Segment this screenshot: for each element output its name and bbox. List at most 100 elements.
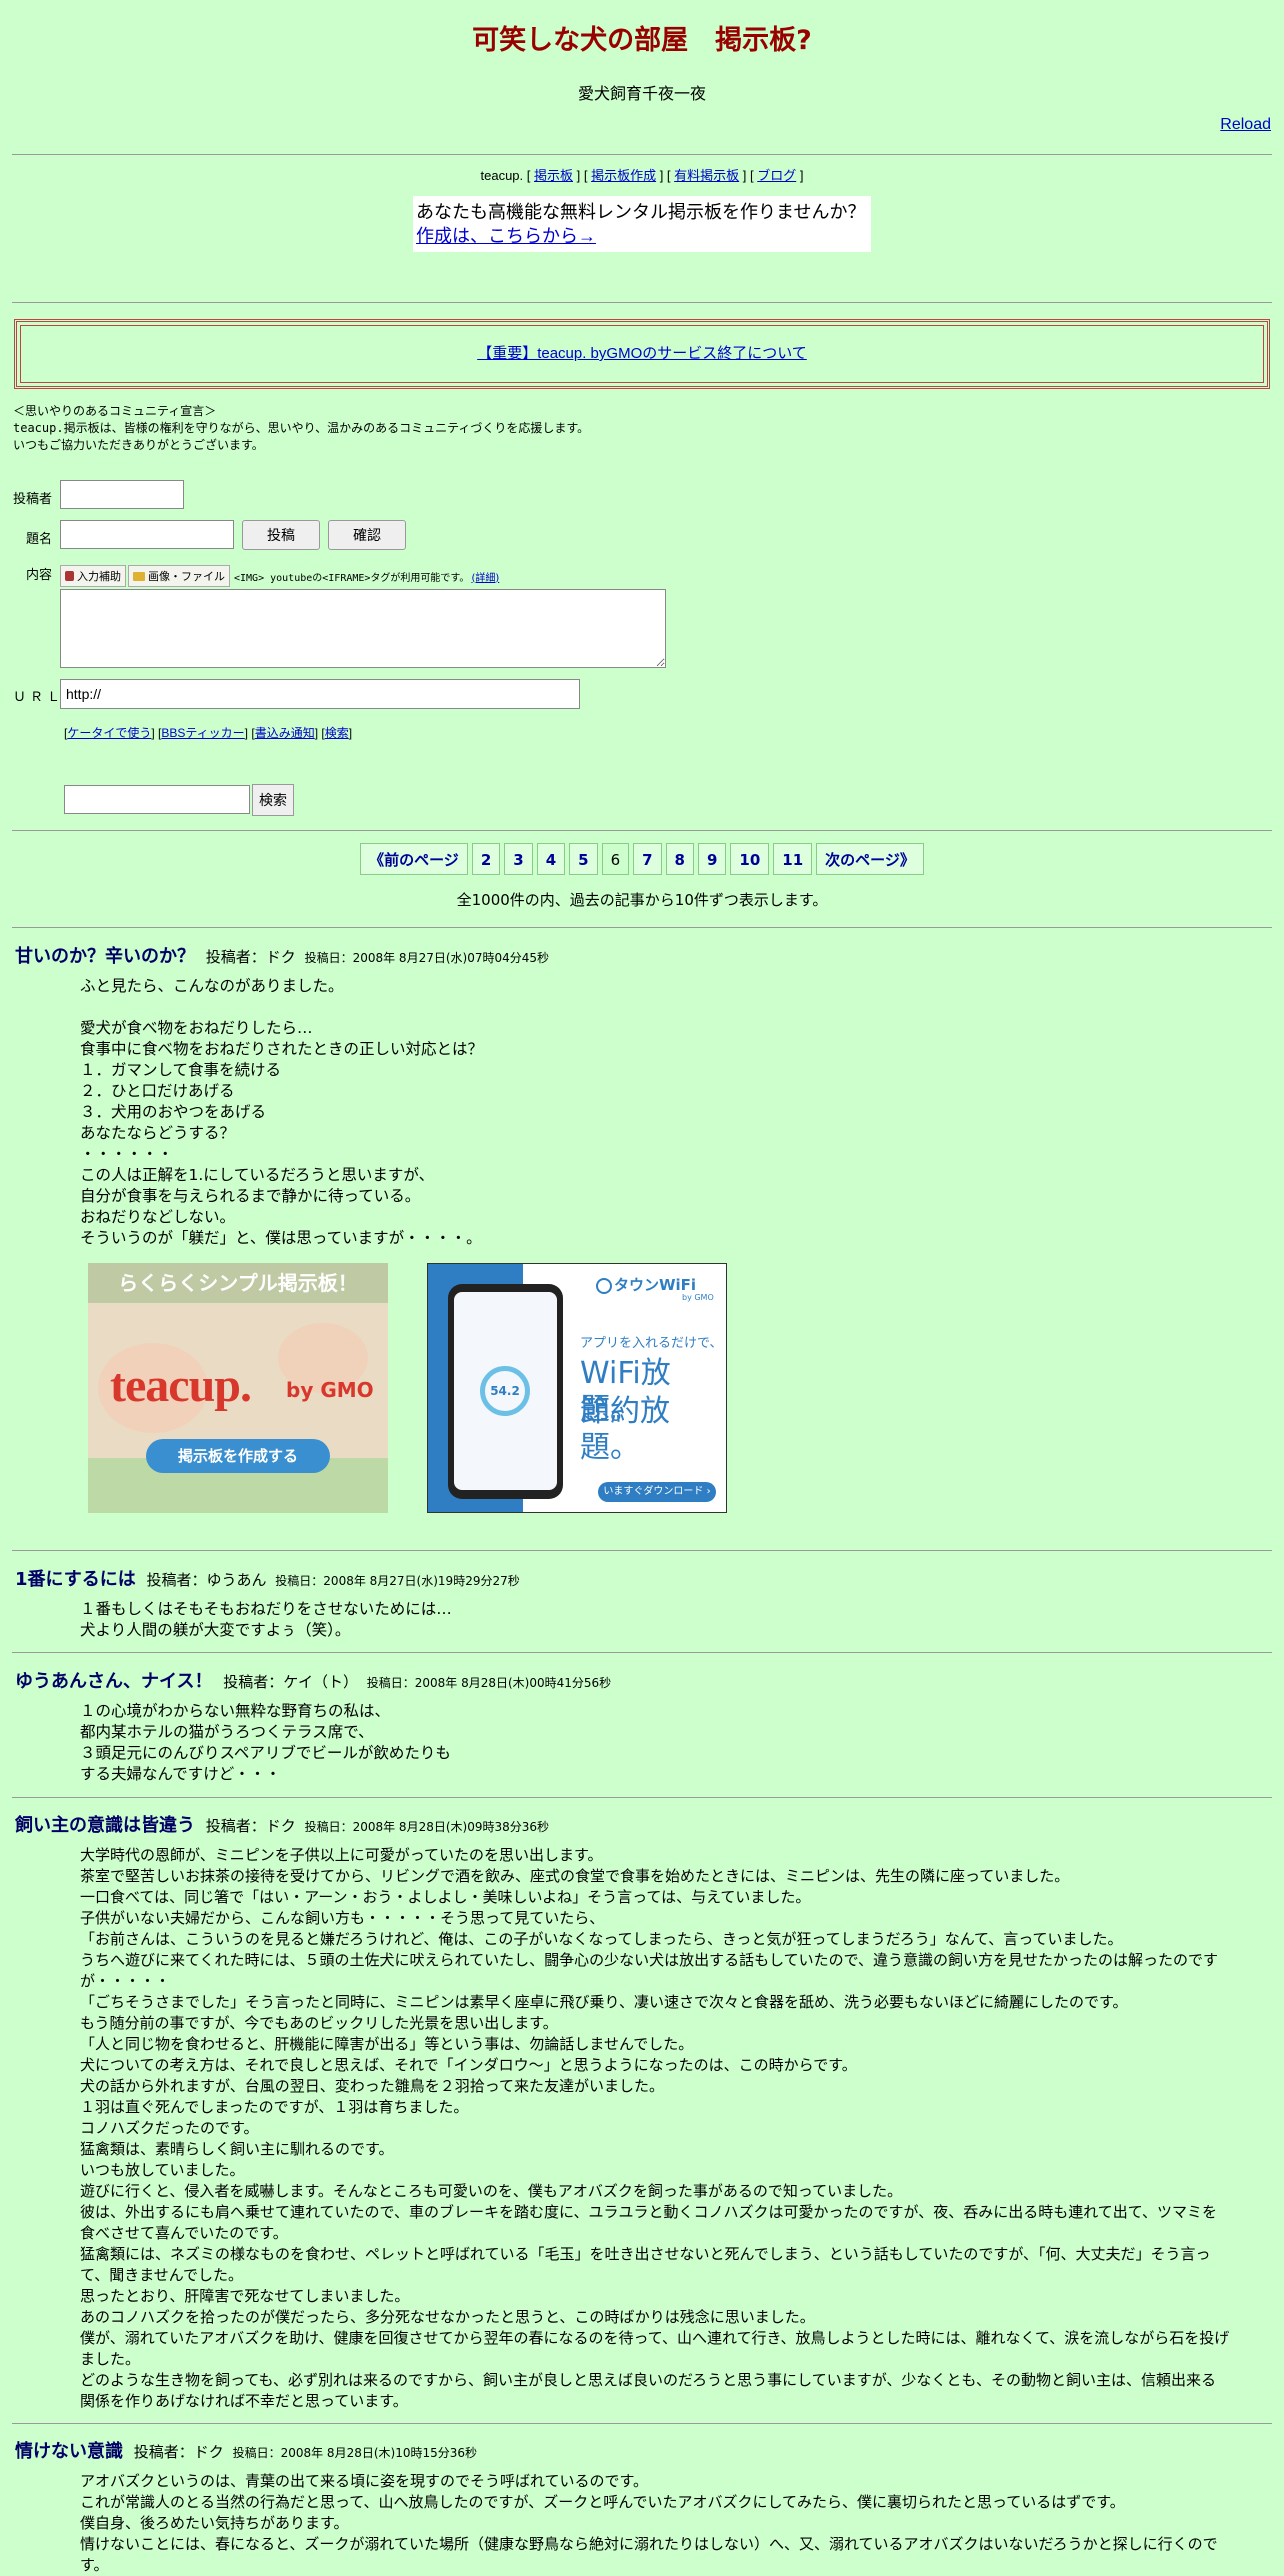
post-author: 投稿者：ドク bbox=[205, 1817, 296, 1835]
page-link[interactable]: 2 bbox=[471, 843, 501, 875]
content-label: 内容 bbox=[26, 568, 53, 583]
service-end-notice-link[interactable]: 【重要】teacup. byGMOのサービス終了について bbox=[477, 345, 807, 362]
divider bbox=[12, 2423, 1272, 2424]
declaration-heading: ＜思いやりのあるコミュニティ宣言＞ bbox=[13, 404, 217, 418]
page-subtitle: 愛犬飼育千夜一夜 bbox=[577, 84, 706, 103]
divider bbox=[12, 927, 1272, 928]
poster-input[interactable] bbox=[60, 480, 184, 509]
divider bbox=[12, 302, 1272, 303]
wifi-brand: タウンWiFi bbox=[596, 1274, 696, 1295]
page-link[interactable]: 8 bbox=[665, 843, 694, 875]
search-button[interactable]: 検索 bbox=[252, 784, 294, 816]
community-declaration: ＜思いやりのあるコミュニティ宣言＞ teacup.掲示板は、皆様の権利を守りなが… bbox=[0, 403, 1284, 454]
page-link[interactable]: 3 bbox=[504, 843, 533, 875]
image-file-label: 画像・ファイル bbox=[148, 570, 225, 583]
post-notify-link[interactable]: 書込み通知 bbox=[255, 726, 315, 740]
page-link[interactable]: 11 bbox=[773, 843, 813, 875]
teacup-brand: teacup. bbox=[480, 168, 524, 183]
teacup-logo: teacup. bbox=[110, 1359, 252, 1412]
form-links: [ケータイで使う] [BBSティッカー] [書込み通知] [検索] bbox=[64, 726, 353, 740]
post-date: 投稿日：2008年 8月28日(木)10時15分36秒 bbox=[232, 2446, 478, 2460]
url-label: ＵＲＬ bbox=[13, 690, 65, 705]
nav-link-blog[interactable]: ブログ bbox=[757, 168, 796, 183]
page-link[interactable]: 4 bbox=[536, 843, 566, 875]
input-assist-button[interactable]: 入力補助 bbox=[60, 565, 126, 587]
search-input[interactable] bbox=[64, 785, 250, 814]
subject-label: 題名 bbox=[26, 532, 53, 547]
promo-box: あなたも高機能な無料レンタル掲示板を作りませんか？ 作成は、こちらから→ bbox=[413, 196, 871, 252]
url-input[interactable] bbox=[60, 679, 580, 709]
post-body: １の心境がわからない無粋な野育ちの私は、 都内某ホテルの猫がうろつくテラス席で、… bbox=[80, 1702, 451, 1783]
declaration-thanks: いつもご協力いただきありがとうございます。 bbox=[13, 438, 264, 452]
declaration-text: teacup.掲示板は、皆様の権利を守りながら、思いやり、温かみのあるコミュニテ… bbox=[13, 421, 590, 435]
wifi-download-button[interactable]: いますぐダウンロード › bbox=[598, 1482, 716, 1502]
post-title: 1番にするには bbox=[15, 1569, 136, 1590]
tag-detail-link[interactable]: (詳細) bbox=[471, 569, 499, 584]
page-link[interactable]: 5 bbox=[569, 843, 598, 875]
page-link[interactable]: 10 bbox=[730, 843, 770, 875]
divider bbox=[12, 154, 1272, 155]
post-title: 甘いのか？辛いのか？ bbox=[15, 946, 195, 967]
post-title: 飼い主の意識は皆違う bbox=[15, 1815, 195, 1836]
teacup-nav: teacup. [ 掲示板 ] [ 掲示板作成 ] [ 有料掲示板 ] [ ブロ… bbox=[480, 168, 804, 183]
post-body: アオバズクというのは、青葉の出て来る頃に姿を現すのでそう呼ばれているのです。 こ… bbox=[80, 2472, 1218, 2574]
divider bbox=[12, 1550, 1272, 1551]
image-file-button[interactable]: 画像・ファイル bbox=[128, 565, 230, 587]
post-date: 投稿日：2008年 8月27日(水)07時04分45秒 bbox=[304, 951, 550, 965]
post-date: 投稿日：2008年 8月27日(水)19時29分27秒 bbox=[275, 1574, 520, 1588]
divider bbox=[12, 1797, 1272, 1798]
nav-link-paid-bbs[interactable]: 有料掲示板 bbox=[674, 168, 739, 183]
page-link[interactable]: 9 bbox=[697, 843, 727, 875]
post: ゆうあんさん、ナイス！ 投稿者：ケイ（ト） 投稿日：2008年 8月28日(木)… bbox=[0, 1667, 1284, 1785]
page-title: 可笑しな犬の部屋 掲示板? bbox=[472, 25, 812, 56]
post-title: ゆうあんさん、ナイス！ bbox=[15, 1671, 213, 1692]
ad-top-text: らくらくシンプル掲示板！ bbox=[88, 1263, 388, 1303]
pagination: 《前のページ 2 3 4 5 6 7 8 9 10 11 次のページ》 bbox=[0, 843, 1284, 875]
post-author: 投稿者：ドク bbox=[133, 2443, 224, 2461]
tag-note: <IMG> youtubeの<IFRAME>タグが利用可能です。 bbox=[234, 572, 470, 584]
post-date: 投稿日：2008年 8月28日(木)09時38分36秒 bbox=[304, 1820, 550, 1834]
post: 甘いのか？辛いのか？ 投稿者：ドク 投稿日：2008年 8月27日(水)07時0… bbox=[0, 942, 1284, 1249]
divider bbox=[12, 830, 1272, 831]
promo-question: あなたも高機能な無料レンタル掲示板を作りませんか？ bbox=[416, 202, 866, 222]
subject-input[interactable] bbox=[60, 520, 234, 549]
post-body: 大学時代の恩師が、ミニピンを子供以上に可愛がっていたのを思い出します。 茶室で堅… bbox=[80, 1846, 1230, 2410]
wifi-brand-sub: by GMO bbox=[682, 1293, 714, 1302]
notice-box: 【重要】teacup. byGMOのサービス終了について bbox=[14, 319, 1270, 389]
prev-page-button[interactable]: 《前のページ bbox=[360, 843, 468, 875]
wifi-headline-2: 節約放題。 bbox=[580, 1394, 670, 1465]
post-author: 投稿者：ケイ（ト） bbox=[223, 1673, 358, 1691]
teacup-ad-banner[interactable]: らくらくシンプル掲示板！ teacup. by GMO 掲示板を作成する bbox=[88, 1263, 388, 1513]
pager-summary: 全1000件の内、過去の記事から10件ずつ表示します。 bbox=[456, 891, 828, 909]
post-button[interactable]: 投稿 bbox=[242, 520, 320, 550]
poster-label: 投稿者 bbox=[13, 492, 53, 507]
post-title: 情けない意識 bbox=[15, 2441, 123, 2462]
divider bbox=[12, 1652, 1272, 1653]
gmo-logo: by GMO bbox=[286, 1378, 374, 1402]
promo-link[interactable]: 作成は、こちらから→ bbox=[416, 226, 596, 246]
post: 飼い主の意識は皆違う 投稿者：ドク 投稿日：2008年 8月28日(木)09時3… bbox=[0, 1811, 1284, 2412]
search-link[interactable]: 検索 bbox=[325, 726, 349, 740]
page-link[interactable]: 7 bbox=[633, 843, 662, 875]
post: 1番にするには 投稿者：ゆうあん 投稿日：2008年 8月27日(水)19時29… bbox=[0, 1565, 1284, 1641]
wifi-icon bbox=[596, 1277, 612, 1294]
bbs-ticker-link[interactable]: BBSティッカー bbox=[161, 726, 244, 740]
wifi-tagline: アプリを入れるだけで、 bbox=[580, 1336, 723, 1351]
confirm-button[interactable]: 確認 bbox=[328, 520, 406, 550]
post-date: 投稿日：2008年 8月28日(木)00時41分56秒 bbox=[366, 1676, 612, 1690]
nav-link-create-bbs[interactable]: 掲示板作成 bbox=[591, 168, 656, 183]
mobile-link[interactable]: ケータイで使う bbox=[67, 726, 151, 740]
next-page-button[interactable]: 次のページ》 bbox=[816, 843, 924, 875]
folder-icon bbox=[133, 571, 145, 581]
reload-link[interactable]: Reload bbox=[1220, 116, 1271, 133]
post-body: １番もしくはそもそもおねだりをさせないためには… 犬より人間の躾が大変ですよぅ（… bbox=[80, 1600, 452, 1639]
lock-icon bbox=[65, 571, 74, 581]
post: 情けない意識 投稿者：ドク 投稿日：2008年 8月28日(木)10時15分36… bbox=[0, 2437, 1284, 2576]
post-author: 投稿者：ドク bbox=[205, 948, 296, 966]
post-body: ふと見たら、こんなのがありました。 愛犬が食べ物をおねだりしたら… 食事中に食べ… bbox=[80, 977, 484, 1247]
content-textarea[interactable] bbox=[60, 589, 666, 668]
wifi-ad-banner[interactable]: 54.2 タウンWiFi by GMO アプリを入れるだけで、 WiFi放題。 … bbox=[427, 1263, 727, 1513]
nav-link-bbs[interactable]: 掲示板 bbox=[534, 168, 573, 183]
input-assist-label: 入力補助 bbox=[77, 570, 121, 583]
ad-create-button[interactable]: 掲示板を作成する bbox=[146, 1439, 330, 1473]
